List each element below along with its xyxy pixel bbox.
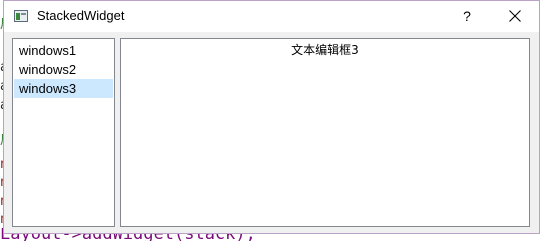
list-item-windows2[interactable]: windows2	[14, 60, 113, 79]
close-button[interactable]	[494, 1, 536, 32]
window-title: StackedWidget	[37, 8, 125, 23]
close-icon	[509, 10, 521, 22]
list-item-windows3[interactable]: windows3	[14, 79, 113, 98]
editor-content: 文本编辑框3	[291, 43, 359, 57]
stacked-widget-window: StackedWidget ? windows1 windows2 window…	[3, 0, 540, 234]
list-item-windows1[interactable]: windows1	[14, 41, 113, 60]
app-window-icon	[14, 10, 28, 22]
window-client-area: windows1 windows2 windows3 文本编辑框3	[4, 32, 539, 233]
title-bar[interactable]: StackedWidget ?	[4, 1, 539, 32]
window-list[interactable]: windows1 windows2 windows3	[12, 38, 115, 227]
text-editor[interactable]: 文本编辑框3	[120, 38, 530, 227]
help-button[interactable]: ?	[452, 1, 482, 32]
